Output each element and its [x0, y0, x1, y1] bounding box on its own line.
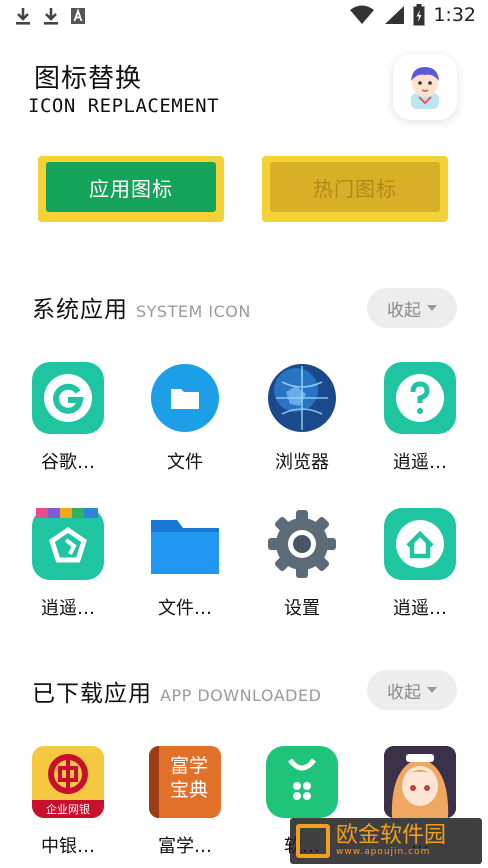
caret-down-icon: [427, 305, 437, 311]
app-item[interactable]: 谷歌…: [18, 362, 118, 474]
book-icon-text: 富学宝典: [169, 755, 208, 801]
wifi-icon: [350, 5, 375, 24]
app-label: 谷歌…: [41, 452, 95, 473]
app-label: 文件: [167, 452, 203, 473]
tab-hot-icons[interactable]: 热门图标: [262, 156, 448, 222]
page-title: 图标替换: [34, 64, 143, 94]
app-label: 逍遥…: [393, 452, 447, 473]
anime-girl-icon: [384, 746, 456, 818]
tab-hot-icons-label: 热门图标: [270, 162, 440, 212]
app-item[interactable]: 逍遥…: [18, 508, 118, 620]
watermark-url: www.apoujin.com: [336, 847, 431, 857]
bank-icon-text: 企业网银: [46, 803, 90, 816]
avatar-boy-icon: [411, 67, 439, 109]
downloaded-section-subtitle: APP DOWNLOADED: [160, 686, 322, 705]
store-icon: [32, 508, 104, 580]
downloaded-collapse-button[interactable]: 收起: [367, 670, 457, 710]
app-item[interactable]: 企业网银 中银…: [18, 746, 118, 858]
page-subtitle: ICON REPLACEMENT: [28, 95, 220, 117]
help-icon: [384, 362, 456, 434]
app-label: 文件…: [158, 598, 212, 619]
downloaded-section-title: 已下载应用: [32, 681, 152, 707]
google-icon: [32, 362, 104, 434]
signal-icon: [385, 6, 405, 24]
app-label: 中银…: [41, 836, 95, 857]
battery-icon: [413, 4, 425, 26]
shopping-bag-icon: [266, 746, 338, 818]
folder-icon: [149, 362, 221, 434]
font-a-icon: [71, 8, 85, 24]
app-item[interactable]: 逍遥…: [370, 508, 470, 620]
app-label: 逍遥…: [41, 598, 95, 619]
system-collapse-label: 收起: [387, 300, 421, 321]
caret-down-icon: [427, 687, 437, 693]
tab-app-icons[interactable]: 应用图标: [38, 156, 224, 222]
app-label: 浏览器: [275, 452, 329, 473]
download-icon: [16, 8, 30, 25]
globe-icon: [266, 362, 338, 434]
app-item[interactable]: 浏览器: [252, 362, 352, 474]
downloaded-collapse-label: 收起: [387, 682, 421, 703]
tab-app-icons-label: 应用图标: [46, 162, 216, 212]
app-label: 富学…: [158, 836, 212, 857]
watermark: 欧金软件园 www.apoujin.com: [290, 818, 482, 864]
app-item[interactable]: 逍遥…: [370, 362, 470, 474]
system-collapse-button[interactable]: 收起: [367, 288, 457, 328]
app-label: 逍遥…: [393, 598, 447, 619]
system-section-header: 系统应用 SYSTEM ICON: [32, 290, 251, 324]
folder-blue-icon: [149, 508, 221, 580]
app-item[interactable]: 富学宝典 富学…: [135, 746, 235, 858]
home-icon: [384, 508, 456, 580]
watermark-logo-icon: [296, 824, 330, 858]
app-item[interactable]: 文件…: [135, 508, 235, 620]
watermark-text: 欧金软件园: [336, 823, 447, 848]
status-bar: 1:32: [0, 0, 488, 34]
bank-icon: 企业网银: [32, 746, 104, 818]
gear-icon: [266, 508, 338, 580]
book-icon: 富学宝典: [149, 746, 221, 818]
app-item[interactable]: 文件: [135, 362, 235, 474]
app-label: 设置: [284, 598, 320, 619]
app-item[interactable]: 设置: [252, 508, 352, 620]
download-icon: [44, 8, 58, 25]
status-time: 1:32: [433, 4, 476, 26]
system-section-subtitle: SYSTEM ICON: [136, 302, 251, 321]
avatar[interactable]: [393, 54, 457, 120]
system-section-title: 系统应用: [32, 297, 128, 323]
downloaded-section-header: 已下载应用 APP DOWNLOADED: [32, 674, 321, 708]
